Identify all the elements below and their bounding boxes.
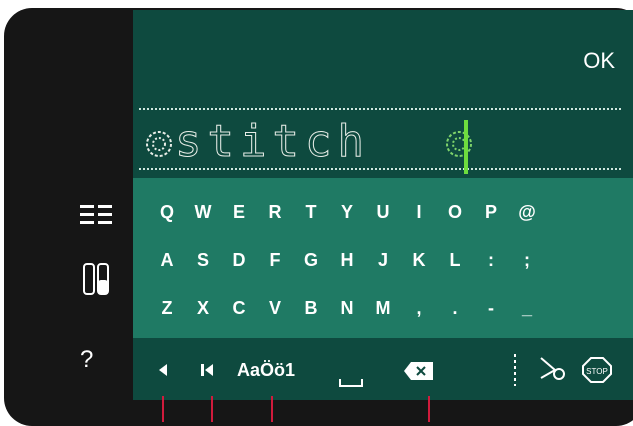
svg-text:STOP: STOP [586, 367, 608, 376]
scissors-icon[interactable] [539, 356, 567, 387]
key-B[interactable]: B [293, 288, 329, 328]
key-period[interactable]: . [437, 288, 473, 328]
key-V[interactable]: V [257, 288, 293, 328]
bottom-toolbar: AaÖö1 STOP [133, 350, 633, 394]
backspace-icon [404, 362, 433, 380]
key-F[interactable]: F [257, 240, 293, 280]
text-cursor [464, 120, 468, 174]
space-icon [339, 379, 363, 387]
key-semicolon[interactable]: ; [509, 240, 545, 280]
callout-marker [428, 396, 430, 422]
keyboard-row-2: A S D F G H J K L : ; [149, 240, 545, 280]
end-stitch-icon [446, 131, 472, 157]
key-hyphen[interactable]: - [473, 288, 509, 328]
move-left-button[interactable] [155, 362, 171, 383]
key-M[interactable]: M [365, 288, 401, 328]
ok-button[interactable]: OK [583, 48, 615, 74]
case-toggle-button[interactable]: AaÖö1 [237, 360, 295, 381]
key-underscore[interactable]: _ [509, 288, 545, 328]
top-bar: OK [133, 10, 633, 90]
arrow-left-icon [159, 364, 167, 376]
key-G[interactable]: G [293, 240, 329, 280]
key-O[interactable]: O [437, 192, 473, 232]
keyboard-row-3: Z X C V B N M , . - _ [149, 288, 545, 328]
key-D[interactable]: D [221, 240, 257, 280]
screen: OK stitch Q W E R T Y U I O P @ A S D F … [133, 10, 633, 400]
key-comma[interactable]: , [401, 288, 437, 328]
start-stitch-icon [146, 131, 172, 157]
stitch-density-icon[interactable] [509, 354, 521, 391]
backspace-button[interactable] [403, 360, 435, 387]
key-A[interactable]: A [149, 240, 185, 280]
space-button[interactable] [339, 372, 363, 393]
stop-icon[interactable]: STOP [581, 356, 613, 389]
key-Z[interactable]: Z [149, 288, 185, 328]
keyboard-row-1: Q W E R T Y U I O P @ [149, 192, 545, 232]
key-X[interactable]: X [185, 288, 221, 328]
keyboard: Q W E R T Y U I O P @ A S D F G H J K L … [133, 178, 633, 338]
key-colon[interactable]: : [473, 240, 509, 280]
key-E[interactable]: E [221, 192, 257, 232]
skip-start-icon [201, 364, 213, 376]
move-start-button[interactable] [199, 362, 215, 383]
key-K[interactable]: K [401, 240, 437, 280]
help-icon[interactable]: ? [80, 346, 93, 374]
callout-marker [271, 396, 273, 422]
key-N[interactable]: N [329, 288, 365, 328]
key-Q[interactable]: Q [149, 192, 185, 232]
key-at[interactable]: @ [509, 192, 545, 232]
callout-marker [211, 396, 213, 422]
key-T[interactable]: T [293, 192, 329, 232]
key-P[interactable]: P [473, 192, 509, 232]
tools-icon[interactable] [80, 262, 116, 298]
key-S[interactable]: S [185, 240, 221, 280]
stitch-display: stitch [139, 110, 599, 174]
stitch-text: stitch [175, 116, 370, 168]
key-C[interactable]: C [221, 288, 257, 328]
key-U[interactable]: U [365, 192, 401, 232]
sidebar: ? [0, 0, 133, 400]
key-W[interactable]: W [185, 192, 221, 232]
menu-icon[interactable] [80, 203, 116, 227]
key-J[interactable]: J [365, 240, 401, 280]
case-toggle-label: AaÖö1 [237, 360, 296, 380]
key-I[interactable]: I [401, 192, 437, 232]
key-H[interactable]: H [329, 240, 365, 280]
text-line[interactable]: stitch [133, 90, 633, 178]
callout-marker [162, 396, 164, 422]
key-Y[interactable]: Y [329, 192, 365, 232]
key-R[interactable]: R [257, 192, 293, 232]
key-L[interactable]: L [437, 240, 473, 280]
